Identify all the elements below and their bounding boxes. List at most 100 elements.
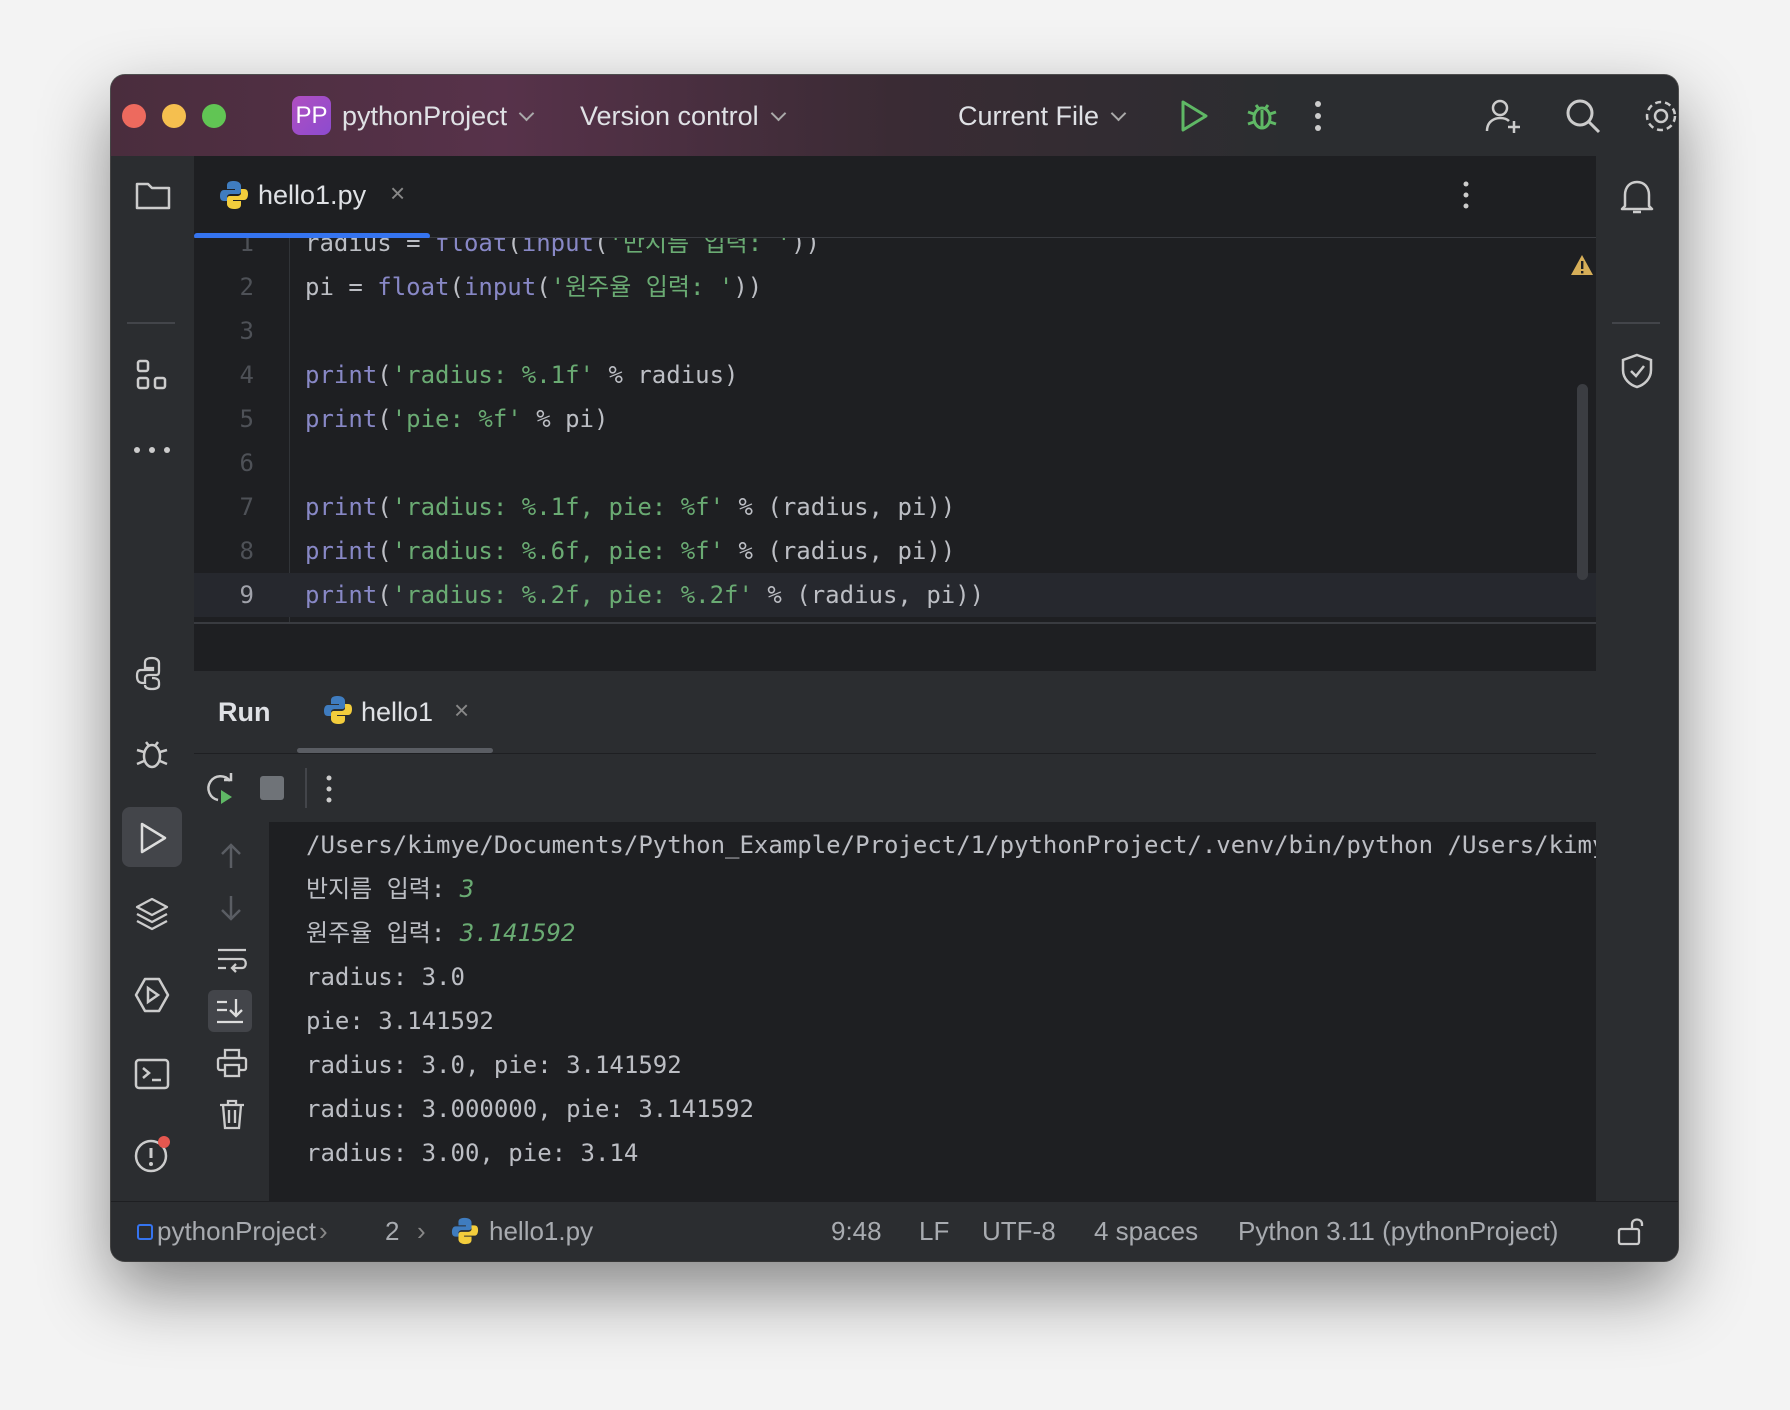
code-string: '원주율 입력: ' bbox=[550, 273, 734, 301]
code-string: '반지름 입력: ' bbox=[608, 238, 792, 257]
unlock-icon[interactable] bbox=[1617, 1216, 1645, 1246]
code-token: ( bbox=[594, 238, 609, 257]
line-ending[interactable]: LF bbox=[919, 1214, 949, 1248]
scroll-down-icon[interactable] bbox=[219, 894, 243, 922]
run-icon[interactable] bbox=[1178, 99, 1210, 133]
more-tools-icon[interactable] bbox=[133, 446, 171, 454]
services-icon[interactable] bbox=[133, 976, 171, 1014]
active-run-tab-indicator bbox=[297, 748, 493, 753]
file-encoding[interactable]: UTF-8 bbox=[982, 1214, 1056, 1248]
editor-tab-label: hello1.py bbox=[258, 180, 367, 210]
console-line: /Users/kimye/Documents/Python_Example/Pr… bbox=[306, 823, 1596, 867]
code-line[interactable]: 8 print('radius: %.6f, pie: %f' % (radius… bbox=[194, 529, 1596, 573]
editor-tab-hello1[interactable]: hello1.py × bbox=[194, 156, 430, 239]
chevron-down-icon bbox=[1110, 105, 1127, 122]
scroll-up-icon[interactable] bbox=[219, 842, 243, 870]
code-line[interactable]: 1 radius = float(input('반지름 입력: ')) bbox=[194, 238, 1596, 265]
search-icon[interactable] bbox=[1565, 98, 1601, 134]
line-number[interactable]: 2 bbox=[194, 265, 254, 309]
code-line[interactable]: 3 bbox=[194, 309, 1596, 353]
line-number[interactable]: 9 bbox=[194, 573, 254, 617]
clear-trash-icon[interactable] bbox=[218, 1098, 246, 1130]
python-packages-icon[interactable] bbox=[134, 896, 170, 932]
breadcrumb-folder[interactable]: 2 bbox=[385, 1214, 399, 1248]
code-token: ( bbox=[377, 581, 392, 609]
code-line[interactable]: 6 bbox=[194, 441, 1596, 485]
indent-setting[interactable]: 4 spaces bbox=[1094, 1214, 1198, 1248]
terminal-icon[interactable] bbox=[134, 1058, 170, 1090]
line-number[interactable]: 4 bbox=[194, 353, 254, 397]
code-token: % (radius, pi)) bbox=[724, 537, 956, 565]
structure-icon[interactable] bbox=[135, 358, 169, 392]
maximize-window-button[interactable] bbox=[202, 104, 226, 128]
console-line: radius: 3.000000, pie: 3.141592 bbox=[306, 1087, 754, 1131]
python-console-icon[interactable] bbox=[134, 655, 170, 691]
code-token: pi = bbox=[305, 273, 378, 301]
scroll-to-end-icon bbox=[215, 997, 245, 1025]
debug-tool-icon[interactable] bbox=[134, 734, 170, 772]
line-number[interactable]: 6 bbox=[194, 441, 254, 485]
run-toolbar bbox=[194, 754, 1596, 822]
project-folder-icon[interactable] bbox=[135, 180, 171, 210]
notifications-bell-icon[interactable] bbox=[1619, 178, 1655, 216]
code-token: ( bbox=[449, 273, 464, 301]
code-line[interactable]: 5 print('pie: %f' % pi) bbox=[194, 397, 1596, 441]
tab-options-icon[interactable] bbox=[1462, 180, 1470, 210]
breadcrumb-file[interactable]: hello1.py bbox=[489, 1214, 593, 1248]
line-number[interactable]: 8 bbox=[194, 529, 254, 573]
minimize-window-button[interactable] bbox=[162, 104, 186, 128]
close-window-button[interactable] bbox=[122, 104, 146, 128]
code-text: print('radius: %.6f, pie: %f' % (radius,… bbox=[305, 529, 955, 573]
project-selector[interactable]: pythonProject bbox=[342, 99, 535, 133]
add-user-icon[interactable] bbox=[1485, 97, 1523, 135]
settings-gear-icon[interactable] bbox=[1642, 97, 1678, 135]
security-shield-icon[interactable] bbox=[1620, 352, 1654, 390]
console-output-text: radius: 3.000000, pie: 3.141592 bbox=[306, 1095, 754, 1123]
code-token: ( bbox=[377, 537, 392, 565]
vcs-label: Version control bbox=[580, 101, 759, 131]
print-icon[interactable] bbox=[216, 1048, 248, 1078]
run-config-selector[interactable]: Current File bbox=[958, 99, 1127, 133]
run-tool-button[interactable] bbox=[122, 807, 182, 867]
vcs-selector[interactable]: Version control bbox=[580, 99, 786, 133]
console-output-text: 반지름 입력: bbox=[306, 875, 460, 903]
breadcrumb-project[interactable]: pythonProject bbox=[157, 1214, 316, 1248]
chevron-down-icon bbox=[518, 105, 535, 122]
problems-icon[interactable] bbox=[133, 1134, 173, 1174]
line-number[interactable]: 3 bbox=[194, 309, 254, 353]
python-interpreter[interactable]: Python 3.11 (pythonProject) bbox=[1238, 1214, 1558, 1248]
line-number[interactable]: 7 bbox=[194, 485, 254, 529]
more-options-icon[interactable] bbox=[1314, 99, 1322, 133]
soft-wrap-icon[interactable] bbox=[216, 946, 248, 974]
run-console[interactable]: /Users/kimye/Documents/Python_Example/Pr… bbox=[194, 822, 1596, 1202]
line-number[interactable]: 1 bbox=[194, 238, 254, 265]
caret-position[interactable]: 9:48 bbox=[831, 1214, 882, 1248]
code-token: ( bbox=[507, 238, 522, 257]
editor-scrollbar[interactable] bbox=[1577, 384, 1588, 580]
rerun-icon[interactable] bbox=[204, 771, 236, 805]
code-token: ( bbox=[377, 493, 392, 521]
inspection-widget[interactable]: 1 bbox=[1570, 252, 1596, 278]
debug-icon[interactable] bbox=[1245, 97, 1279, 133]
close-run-tab-icon[interactable]: × bbox=[454, 693, 469, 727]
run-tool-icon bbox=[137, 821, 169, 855]
code-editor[interactable]: 1 radius = float(input('반지름 입력: ')) 2 pi = … bbox=[194, 238, 1596, 622]
code-builtin: print bbox=[305, 405, 378, 433]
scroll-to-end-button[interactable] bbox=[208, 990, 252, 1032]
console-line: radius: 3.0, pie: 3.141592 bbox=[306, 1043, 682, 1087]
code-line[interactable]: 2 pi = float(input('원주율 입력: ')) bbox=[194, 265, 1596, 309]
code-line[interactable]: 7 print('radius: %.1f, pie: %f' % (radius… bbox=[194, 485, 1596, 529]
code-line[interactable]: 9 print('radius: %.2f, pie: %.2f' % (radi… bbox=[194, 573, 1596, 617]
stop-button[interactable] bbox=[260, 776, 284, 800]
close-tab-icon[interactable]: × bbox=[390, 176, 405, 210]
code-text: print('radius: %.1f, pie: %f' % (radius,… bbox=[305, 485, 955, 529]
right-tool-window-bar bbox=[1595, 156, 1678, 1202]
run-more-options-icon[interactable] bbox=[325, 774, 333, 804]
code-token: % pi) bbox=[521, 405, 609, 433]
line-number[interactable]: 5 bbox=[194, 397, 254, 441]
run-config-label: Current File bbox=[958, 101, 1100, 131]
code-line[interactable]: 4 print('radius: %.1f' % radius) bbox=[194, 353, 1596, 397]
run-tab-hello1[interactable]: hello1 × bbox=[297, 671, 493, 753]
console-side-toolbar bbox=[194, 822, 269, 1202]
code-token: % radius) bbox=[594, 361, 739, 389]
